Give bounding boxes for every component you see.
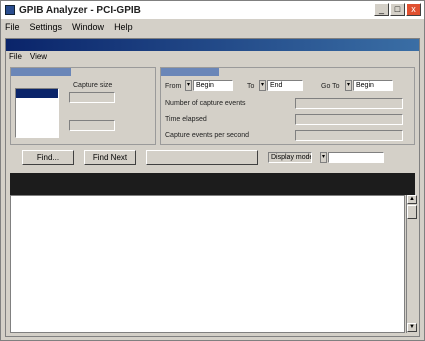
capture-window-title-bar[interactable] (6, 39, 419, 51)
capture-mode-list[interactable] (15, 88, 59, 138)
scroll-down-icon[interactable]: ▼ (407, 323, 417, 332)
menu-bar: File Settings Window Help (1, 20, 424, 34)
scroll-up-icon[interactable]: ▲ (407, 195, 417, 204)
table-row[interactable] (11, 288, 401, 296)
scroll-thumb[interactable] (407, 205, 417, 219)
table-row[interactable] (11, 200, 401, 208)
display-mode-select[interactable] (328, 152, 384, 163)
num-events-label: Number of capture events (165, 100, 246, 107)
table-row[interactable] (11, 256, 401, 264)
app-icon (5, 5, 15, 15)
to-field[interactable]: End (267, 80, 303, 91)
app-title-bar[interactable]: GPIB Analyzer - PCI-GPIB _ □ x (1, 1, 424, 19)
to-label: To (247, 83, 255, 90)
child-menu-view[interactable]: View (30, 52, 47, 63)
table-row[interactable] (11, 224, 401, 232)
table-row[interactable] (11, 232, 401, 240)
close-icon[interactable]: x (406, 3, 421, 16)
capture-window: File View Capture size From ▾ Begin To ▾ (5, 38, 420, 337)
list-item[interactable] (16, 107, 58, 116)
table-row[interactable] (11, 240, 401, 248)
table-row[interactable] (11, 272, 401, 280)
capture-window-title (96, 41, 396, 49)
table-row[interactable] (11, 280, 401, 288)
menu-window[interactable]: Window (72, 22, 104, 32)
capture-settings-header (11, 68, 71, 76)
switch-display-button[interactable] (146, 150, 258, 165)
child-menu-file[interactable]: File (9, 52, 22, 63)
list-item[interactable] (16, 89, 58, 98)
handshake-field[interactable] (69, 120, 115, 131)
list-item[interactable] (16, 98, 58, 107)
display-mode-label: Display mode (268, 152, 312, 163)
find-next-button[interactable]: Find Next (84, 150, 136, 165)
from-spin-arrow-icon[interactable]: ▾ (185, 80, 192, 91)
menu-file[interactable]: File (5, 22, 20, 32)
app-title: GPIB Analyzer - PCI-GPIB (19, 4, 141, 16)
capture-grid[interactable] (10, 195, 405, 333)
window-controls: _ □ x (374, 3, 421, 16)
maximize-icon[interactable]: □ (390, 3, 405, 16)
events-per-sec-field (295, 130, 403, 141)
find-button[interactable]: Find... (22, 150, 74, 165)
goto-spin-arrow-icon[interactable]: ▾ (345, 80, 352, 91)
grid-header (10, 173, 415, 195)
menu-settings[interactable]: Settings (30, 22, 63, 32)
capture-size-field[interactable] (69, 92, 115, 103)
from-field[interactable]: Begin (193, 80, 233, 91)
events-per-sec-label: Capture events per second (165, 132, 250, 139)
table-row[interactable] (11, 208, 401, 216)
capture-status-panel: From ▾ Begin To ▾ End Go To ▾ Begin Numb… (160, 67, 415, 145)
goto-label: Go To (321, 83, 340, 90)
capture-status-header (161, 68, 219, 76)
capture-size-label: Capture size (73, 82, 113, 89)
capture-settings-panel: Capture size (10, 67, 156, 145)
time-elapsed-field (295, 114, 403, 125)
grid-scrollbar[interactable]: ▲ ▼ (406, 195, 417, 333)
display-mode-spin-arrow-icon[interactable]: ▾ (320, 152, 327, 163)
child-menu-bar: File View (6, 52, 419, 63)
goto-field[interactable]: Begin (353, 80, 393, 91)
app-window: GPIB Analyzer - PCI-GPIB _ □ x File Sett… (0, 0, 425, 341)
table-row[interactable] (11, 264, 401, 272)
num-events-field (295, 98, 403, 109)
menu-help[interactable]: Help (114, 22, 133, 32)
table-row[interactable] (11, 216, 401, 224)
minimize-icon[interactable]: _ (374, 3, 389, 16)
table-row[interactable] (11, 248, 401, 256)
to-spin-arrow-icon[interactable]: ▾ (259, 80, 266, 91)
from-label: From (165, 83, 182, 90)
time-elapsed-label: Time elapsed (165, 116, 207, 123)
